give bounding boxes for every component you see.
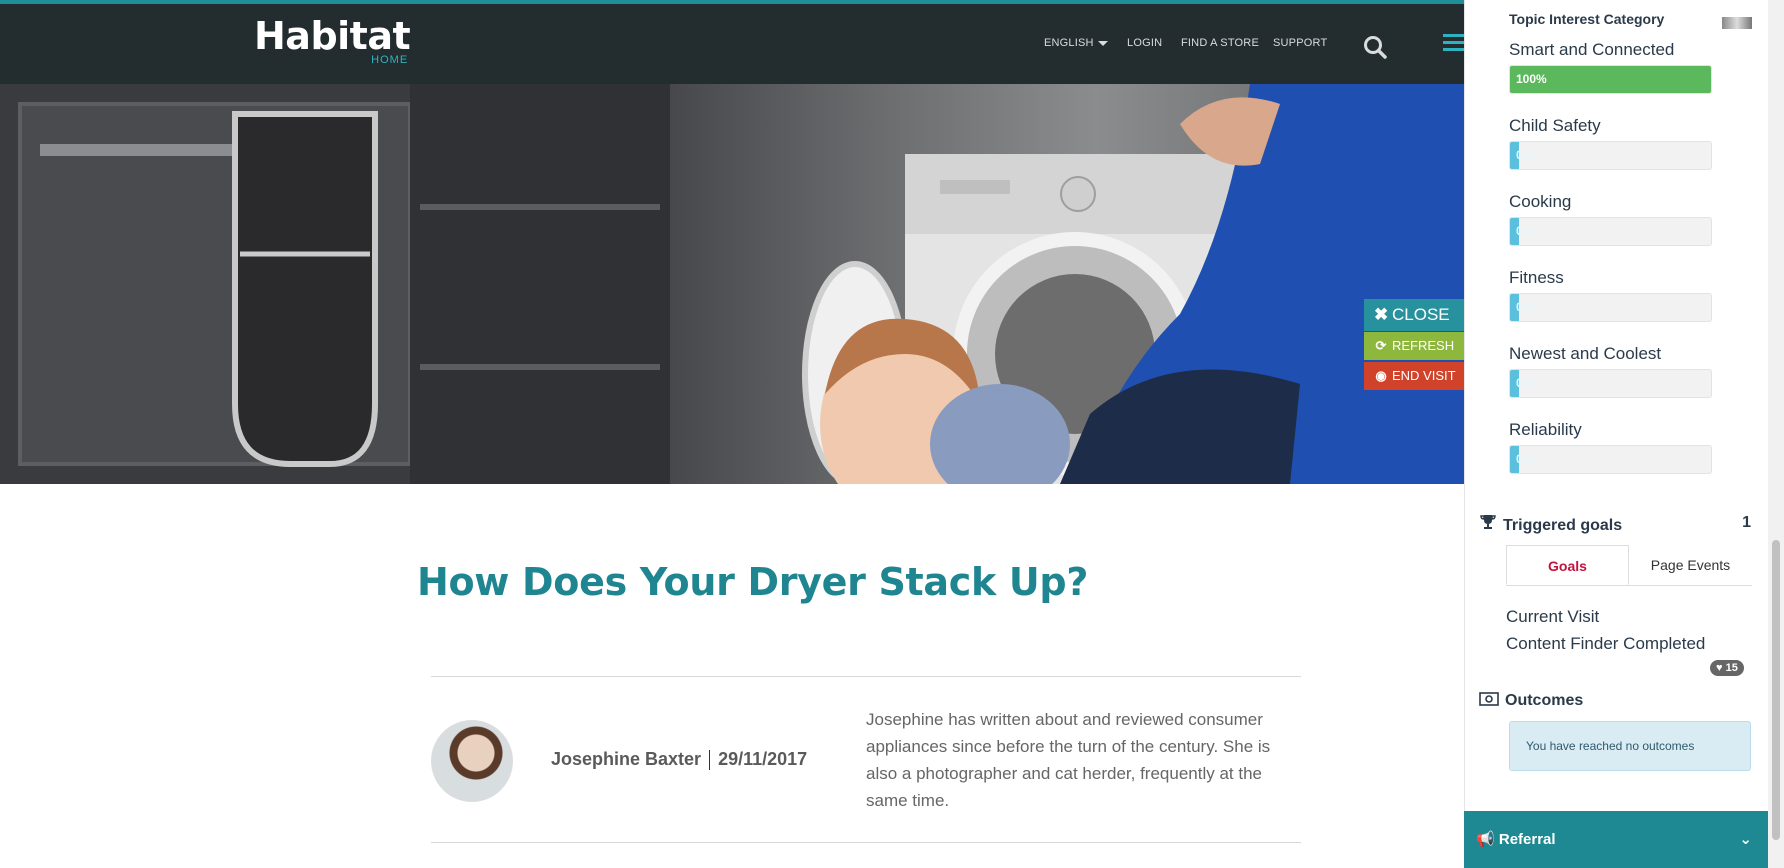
end-visit-button[interactable]: ◉ END VISIT xyxy=(1364,362,1464,390)
caret-down-icon xyxy=(1097,40,1108,46)
referral-label: Referral xyxy=(1498,831,1556,848)
topic-label: Reliability xyxy=(1509,420,1582,439)
triggered-goals-header: Triggered goals 1 xyxy=(1479,514,1751,535)
money-icon xyxy=(1479,692,1499,706)
divider xyxy=(431,842,1301,843)
outcomes-header: Outcomes xyxy=(1479,692,1583,710)
end-visit-label: END VISIT xyxy=(1392,368,1456,383)
goals-tabs: Goals Page Events xyxy=(1506,545,1752,586)
hamburger-menu-icon[interactable] xyxy=(1443,31,1465,55)
goal-item: Current Visit xyxy=(1506,607,1600,626)
author-avatar xyxy=(431,720,513,802)
topic-label: Newest and Coolest xyxy=(1509,344,1662,363)
topic-label: Cooking xyxy=(1509,192,1572,211)
nav-language-label: ENGLISH xyxy=(1044,37,1094,49)
topic-progress-value: 0% xyxy=(1516,376,1534,390)
referral-bar[interactable]: 📢 Referral ⌄ xyxy=(1464,811,1768,868)
logo-text: Habitat xyxy=(254,14,411,58)
triggered-goals-title: Triggered goals xyxy=(1503,517,1623,534)
nav-login[interactable]: LOGIN xyxy=(1127,37,1162,49)
topic-label: Fitness xyxy=(1509,268,1564,287)
habitat-logo[interactable]: Habitat HOME xyxy=(254,14,411,66)
eye-slash-icon: ◉ xyxy=(1375,368,1387,383)
logo-subtext: HOME xyxy=(371,54,409,66)
topic-thumbnail xyxy=(1722,17,1752,29)
topic-progress-bar: 0% xyxy=(1509,445,1712,474)
megaphone-icon: 📢 xyxy=(1476,831,1495,848)
topic-progress-bar: 0% xyxy=(1509,369,1712,398)
divider xyxy=(431,676,1301,677)
goal-item: Content Finder Completed xyxy=(1506,634,1706,653)
trophy-icon xyxy=(1480,515,1496,529)
article-title: How Does Your Dryer Stack Up? xyxy=(417,560,1089,604)
topic-progress-value: 0% xyxy=(1516,148,1534,162)
engagement-value-badge: ♥ 15 xyxy=(1710,660,1744,676)
topic-row-child-safety: Child Safety 0% xyxy=(1509,116,1719,170)
author-separator xyxy=(709,750,711,771)
topic-progress-value: 0% xyxy=(1516,224,1534,238)
topic-label: Smart and Connected xyxy=(1509,40,1675,59)
topic-row-reliability: Reliability 0% xyxy=(1509,420,1719,474)
panel-scrollbar[interactable] xyxy=(1768,0,1784,868)
nav-support[interactable]: SUPPORT xyxy=(1273,37,1327,49)
nav-find-store[interactable]: FIND A STORE xyxy=(1181,37,1259,49)
article-date: 29/11/2017 xyxy=(718,749,808,769)
heart-icon: ♥ xyxy=(1716,662,1723,674)
topic-row-newest-coolest: Newest and Coolest 0% xyxy=(1509,344,1719,398)
refresh-label: REFRESH xyxy=(1392,338,1455,353)
close-label: CLOSE xyxy=(1392,305,1450,324)
outcomes-title: Outcomes xyxy=(1505,692,1584,709)
topic-row-smart-connected: Smart and Connected 100% xyxy=(1509,40,1719,94)
outcomes-message: You have reached no outcomes xyxy=(1509,721,1751,771)
topic-label: Child Safety xyxy=(1509,116,1601,135)
author-info: Josephine Baxter 29/11/2017 xyxy=(551,749,808,771)
triggered-goals-count: 1 xyxy=(1742,514,1751,531)
author-bio: Josephine has written about and reviewed… xyxy=(866,710,1271,810)
search-icon[interactable] xyxy=(1362,34,1388,60)
topic-progress-bar: 0% xyxy=(1509,293,1712,322)
topic-interest-header: Topic Interest Category xyxy=(1509,11,1665,27)
scrollbar-thumb[interactable] xyxy=(1772,540,1780,840)
topic-row-cooking: Cooking 0% xyxy=(1509,192,1719,246)
topic-progress-bar: 100% xyxy=(1509,65,1712,94)
hero-illustration xyxy=(0,84,1464,484)
author-name: Josephine Baxter xyxy=(551,749,702,769)
engagement-value: 15 xyxy=(1725,662,1738,674)
refresh-button[interactable]: ⟳ REFRESH xyxy=(1364,332,1464,360)
nav-language[interactable]: ENGLISH xyxy=(1044,37,1108,49)
topic-progress-value: 100% xyxy=(1516,72,1547,86)
close-icon: ✖ xyxy=(1374,305,1389,324)
topic-progress-bar: 0% xyxy=(1509,141,1712,170)
topic-progress-bar: 0% xyxy=(1509,217,1712,246)
tab-page-events[interactable]: Page Events xyxy=(1629,545,1752,585)
site-header: Habitat HOME ENGLISH LOGIN FIND A STORE … xyxy=(0,4,1465,84)
hero-image xyxy=(0,84,1464,484)
topic-progress-value: 0% xyxy=(1516,452,1534,466)
topic-row-fitness: Fitness 0% xyxy=(1509,268,1719,322)
tab-goals[interactable]: Goals xyxy=(1506,545,1629,585)
refresh-icon: ⟳ xyxy=(1375,338,1387,353)
chevron-down-icon[interactable]: ⌄ xyxy=(1739,811,1752,868)
topic-progress-value: 0% xyxy=(1516,300,1534,314)
close-button[interactable]: ✖ CLOSE xyxy=(1364,299,1464,331)
